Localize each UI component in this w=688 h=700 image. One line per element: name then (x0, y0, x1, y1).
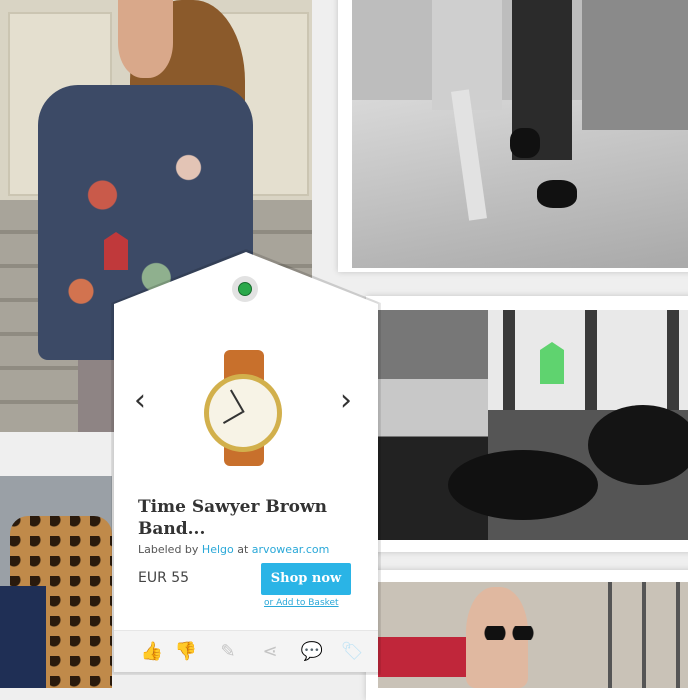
photo-street-shoes[interactable] (352, 0, 688, 268)
prev-arrow-icon[interactable]: ‹ (134, 386, 146, 416)
label-icon[interactable]: 🏷 (340, 641, 364, 663)
labeler-link[interactable]: Helgo (202, 543, 234, 556)
watch-hand-hour (222, 411, 243, 424)
like-icon[interactable]: 👍 (140, 641, 164, 663)
navy-jacket (0, 586, 46, 688)
photo-leopard-coat[interactable] (0, 476, 112, 688)
product-price: EUR 55 (138, 570, 190, 586)
watch-face (204, 374, 282, 452)
next-arrow-icon[interactable]: › (340, 386, 352, 416)
green-tag-marker[interactable] (540, 342, 564, 384)
red-tag-marker[interactable] (104, 232, 128, 270)
sunglasses (483, 626, 535, 640)
labeled-prefix: Labeled by (138, 543, 199, 556)
red-banner (378, 637, 468, 677)
product-tag-card: ‹ › Time Sawyer Brown Band... Labeled by… (114, 252, 378, 672)
store-link[interactable]: arvowear.com (252, 543, 330, 556)
photo-bar-scene[interactable] (378, 310, 688, 540)
table-right (588, 405, 688, 485)
dislike-icon[interactable]: 👎 (174, 641, 198, 663)
shop-now-button[interactable]: Shop now (261, 563, 351, 595)
stone-wall (582, 0, 688, 130)
comment-icon[interactable]: 💬 (300, 641, 324, 663)
watch-hand-minute (230, 389, 245, 413)
add-to-basket-link[interactable]: or Add to Basket (264, 598, 339, 608)
product-title[interactable]: Time Sawyer Brown Band... (138, 496, 358, 540)
labeled-by-line: Labeled by Helgo at arvowear.com (138, 543, 329, 556)
shoe (537, 180, 577, 208)
at-text: at (237, 543, 249, 556)
edit-icon[interactable]: ✎ (216, 641, 240, 663)
watch-image[interactable] (200, 350, 290, 474)
photo-sunglasses[interactable] (378, 582, 688, 688)
tag-hole (232, 276, 258, 302)
share-icon[interactable]: ⋖ (258, 641, 282, 663)
street-poles (578, 582, 688, 688)
legs (78, 360, 114, 432)
action-bar: 👍 👎 ✎ ⋖ 💬 🏷 (114, 630, 378, 672)
table-left (448, 450, 598, 520)
woman-face (118, 0, 173, 78)
shoe (510, 128, 540, 158)
